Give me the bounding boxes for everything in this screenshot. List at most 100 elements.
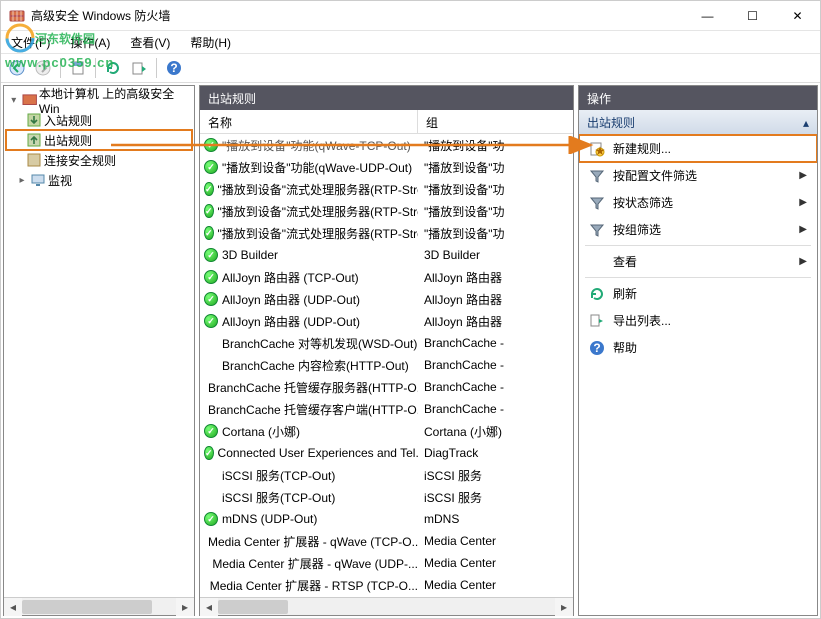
action-new-rule[interactable]: ★ 新建规则... bbox=[579, 135, 817, 162]
disabled-icon bbox=[204, 556, 208, 570]
header-name[interactable]: 名称 bbox=[200, 110, 418, 133]
section-collapse-icon[interactable]: ▴ bbox=[803, 116, 809, 130]
rule-name: "播放到设备"功能(qWave-TCP-Out) bbox=[222, 137, 411, 154]
rule-row[interactable]: AllJoyn 路由器 (UDP-Out)AllJoyn 路由器 bbox=[200, 288, 573, 310]
refresh-icon[interactable] bbox=[101, 56, 125, 80]
rule-group: Media Center bbox=[418, 556, 573, 570]
submenu-arrow-icon: ▶ bbox=[799, 224, 807, 235]
rule-group: mDNS bbox=[418, 512, 573, 526]
maximize-button[interactable]: ☐ bbox=[730, 1, 775, 30]
rule-row[interactable]: Connected User Experiences and Tel...Dia… bbox=[200, 442, 573, 464]
rule-row[interactable]: AllJoyn 路由器 (TCP-Out)AllJoyn 路由器 bbox=[200, 266, 573, 288]
tree-connsec[interactable]: 连接安全规则 bbox=[6, 150, 192, 170]
rule-row[interactable]: BranchCache 托管缓存服务器(HTTP-O...BranchCache… bbox=[200, 376, 573, 398]
rule-row[interactable]: "播放到设备"功能(qWave-TCP-Out)"播放到设备"功 bbox=[200, 134, 573, 156]
rule-name: "播放到设备"功能(qWave-UDP-Out) bbox=[222, 159, 412, 176]
titlebar: 高级安全 Windows 防火墙 — ☐ ✕ bbox=[1, 1, 820, 31]
rule-row[interactable]: Media Center 扩展器 - RTSP (TCP-O...Media C… bbox=[200, 574, 573, 596]
rule-row[interactable]: iSCSI 服务(TCP-Out)iSCSI 服务 bbox=[200, 486, 573, 508]
rule-group: BranchCache - bbox=[418, 336, 573, 350]
rule-row[interactable]: iSCSI 服务(TCP-Out)iSCSI 服务 bbox=[200, 464, 573, 486]
back-button[interactable] bbox=[5, 56, 29, 80]
action-export-label: 导出列表... bbox=[613, 312, 671, 329]
rule-row[interactable]: BranchCache 对等机发现(WSD-Out)BranchCache - bbox=[200, 332, 573, 354]
action-new-rule-label: 新建规则... bbox=[613, 140, 671, 157]
inbound-icon bbox=[26, 112, 42, 128]
left-scrollbar-horizontal[interactable]: ◂ ▸ bbox=[4, 597, 194, 615]
export-icon[interactable] bbox=[127, 56, 151, 80]
scroll-thumb[interactable] bbox=[218, 600, 288, 614]
scroll-left-icon[interactable]: ◂ bbox=[4, 598, 22, 616]
rule-group: AllJoyn 路由器 bbox=[418, 291, 573, 308]
action-view[interactable]: 查看 ▶ bbox=[579, 248, 817, 275]
rule-row[interactable]: "播放到设备"流式处理服务器(RTP-Stre..."播放到设备"功 bbox=[200, 222, 573, 244]
action-filter-state[interactable]: 按状态筛选 ▶ bbox=[579, 189, 817, 216]
bookmark-icon[interactable] bbox=[66, 56, 90, 80]
mid-scrollbar-horizontal[interactable]: ◂ ▸ bbox=[200, 597, 573, 615]
rule-name: BranchCache 托管缓存客户端(HTTP-O... bbox=[208, 401, 418, 418]
rule-name: Media Center 扩展器 - RTSP (TCP-O... bbox=[210, 577, 418, 594]
scroll-thumb[interactable] bbox=[22, 600, 152, 614]
disabled-icon bbox=[204, 578, 206, 592]
rules-list[interactable]: "播放到设备"功能(qWave-TCP-Out)"播放到设备"功"播放到设备"功… bbox=[200, 134, 573, 597]
action-help-label: 帮助 bbox=[613, 339, 637, 356]
scroll-right-icon[interactable]: ▸ bbox=[176, 598, 194, 616]
rule-name: "播放到设备"流式处理服务器(RTP-Stre... bbox=[218, 225, 418, 242]
tree-inbound-label: 入站规则 bbox=[44, 112, 92, 129]
refresh-icon bbox=[589, 286, 605, 302]
rule-name: BranchCache 内容检索(HTTP-Out) bbox=[222, 357, 409, 374]
enabled-icon bbox=[204, 204, 214, 218]
firewall-icon bbox=[9, 8, 25, 24]
rule-row[interactable]: "播放到设备"流式处理服务器(RTP-Stre..."播放到设备"功 bbox=[200, 178, 573, 200]
tree-root[interactable]: ▾ 本地计算机 上的高级安全 Win bbox=[6, 90, 192, 110]
minimize-button[interactable]: — bbox=[685, 1, 730, 30]
rule-row[interactable]: 3D Builder3D Builder bbox=[200, 244, 573, 266]
scroll-right-icon[interactable]: ▸ bbox=[555, 598, 573, 616]
menu-view[interactable]: 查看(V) bbox=[126, 32, 174, 53]
collapse-icon[interactable]: ▾ bbox=[8, 95, 20, 106]
rule-row[interactable]: Cortana (小娜)Cortana (小娜) bbox=[200, 420, 573, 442]
menu-help[interactable]: 帮助(H) bbox=[186, 32, 235, 53]
close-button[interactable]: ✕ bbox=[775, 1, 820, 30]
actions-section-title: 出站规则 ▴ bbox=[579, 110, 817, 135]
help-icon[interactable]: ? bbox=[162, 56, 186, 80]
rule-group: 3D Builder bbox=[418, 248, 573, 262]
enabled-icon bbox=[204, 314, 218, 328]
rule-name: Connected User Experiences and Tel... bbox=[218, 446, 418, 460]
rule-row[interactable]: Media Center 扩展器 - qWave (TCP-O...Media … bbox=[200, 530, 573, 552]
forward-button[interactable] bbox=[31, 56, 55, 80]
enabled-icon bbox=[204, 270, 218, 284]
rule-row[interactable]: BranchCache 托管缓存客户端(HTTP-O...BranchCache… bbox=[200, 398, 573, 420]
action-filter-group[interactable]: 按组筛选 ▶ bbox=[579, 216, 817, 243]
enabled-icon bbox=[204, 424, 218, 438]
rule-row[interactable]: AllJoyn 路由器 (UDP-Out)AllJoyn 路由器 bbox=[200, 310, 573, 332]
tree-outbound-label: 出站规则 bbox=[44, 132, 92, 149]
menu-action[interactable]: 操作(A) bbox=[66, 32, 114, 53]
rule-row[interactable]: "播放到设备"功能(qWave-UDP-Out) "播放到设备"功 bbox=[200, 156, 573, 178]
rule-group: BranchCache - bbox=[418, 358, 573, 372]
rule-row[interactable]: mDNS (UDP-Out)mDNS bbox=[200, 508, 573, 530]
tree-outbound[interactable]: 出站规则 bbox=[6, 130, 192, 150]
disabled-icon bbox=[204, 336, 218, 350]
rule-row[interactable]: Media Center 扩展器 - qWave (UDP-...Media C… bbox=[200, 552, 573, 574]
tree-monitor[interactable]: ▸ 监视 bbox=[6, 170, 192, 190]
rule-group: "播放到设备"功 bbox=[418, 181, 573, 198]
rule-name: "播放到设备"流式处理服务器(RTP-Stre... bbox=[218, 203, 418, 220]
rule-row[interactable]: "播放到设备"流式处理服务器(RTP-Stre..."播放到设备"功 bbox=[200, 200, 573, 222]
expand-icon[interactable]: ▸ bbox=[16, 175, 28, 186]
svg-text:?: ? bbox=[593, 341, 600, 355]
submenu-arrow-icon: ▶ bbox=[799, 256, 807, 267]
rules-pane: 出站规则 名称 组 "播放到设备"功能(qWave-TCP-Out)"播放到设备… bbox=[199, 85, 574, 616]
action-export[interactable]: 导出列表... bbox=[579, 307, 817, 334]
scroll-left-icon[interactable]: ◂ bbox=[200, 598, 218, 616]
rule-group: "播放到设备"功 bbox=[418, 159, 573, 176]
rule-name: Cortana (小娜) bbox=[222, 423, 300, 440]
actions-pane: 操作 出站规则 ▴ ★ 新建规则... 按配置文件筛选 ▶ 按状态筛选 ▶ bbox=[578, 85, 818, 616]
svg-text:★: ★ bbox=[595, 144, 605, 157]
action-filter-profile[interactable]: 按配置文件筛选 ▶ bbox=[579, 162, 817, 189]
action-help[interactable]: ? 帮助 bbox=[579, 334, 817, 361]
header-group[interactable]: 组 bbox=[418, 110, 573, 133]
action-refresh[interactable]: 刷新 bbox=[579, 280, 817, 307]
menu-file[interactable]: 文件(F) bbox=[7, 32, 54, 53]
rule-row[interactable]: BranchCache 内容检索(HTTP-Out) BranchCache - bbox=[200, 354, 573, 376]
